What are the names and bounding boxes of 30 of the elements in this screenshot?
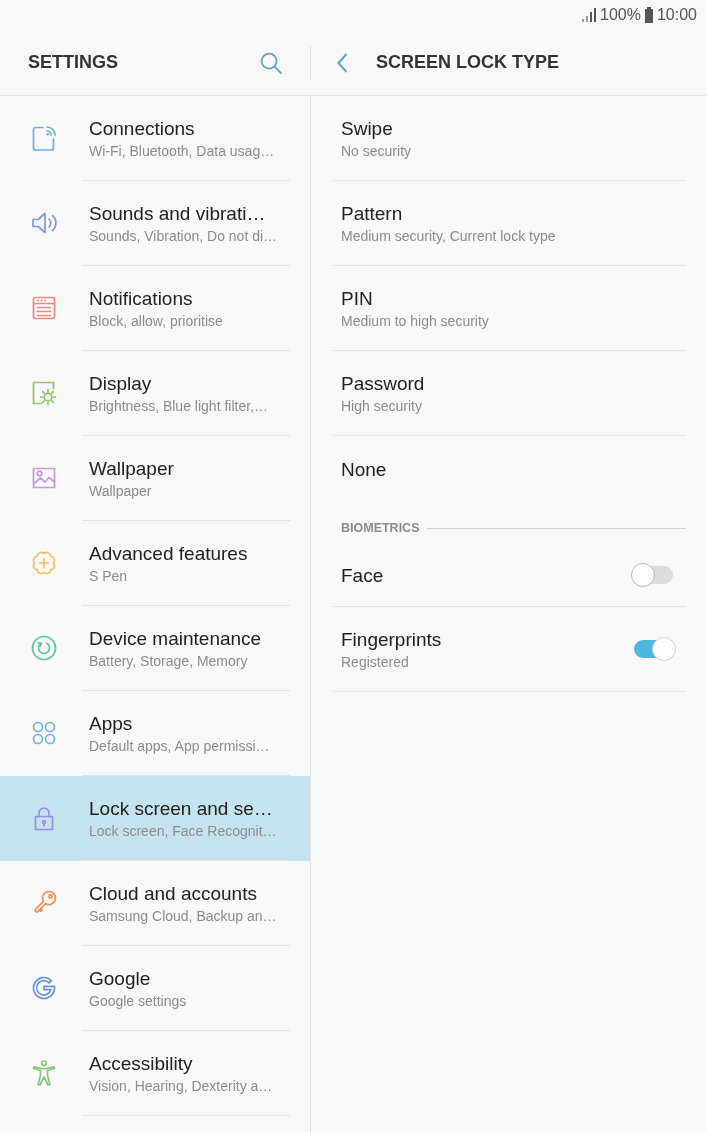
battery-percentage: 100% [600, 6, 641, 24]
chevron-left-icon [337, 52, 348, 73]
search-button[interactable] [260, 51, 282, 74]
lock-type-option[interactable]: Password High security [333, 351, 686, 436]
lock-type-option[interactable]: PIN Medium to high security [333, 266, 686, 351]
settings-item[interactable]: Device maintenance Battery, Storage, Memory [0, 606, 310, 691]
settings-item[interactable]: Accessibility Vision, Hearing, Dexterity a… [0, 1031, 310, 1116]
page-title: SETTINGS [28, 52, 118, 73]
signal-icon [582, 8, 597, 22]
settings-item[interactable]: Google Google settings [0, 946, 310, 1031]
settings-item[interactable]: Lock screen and se… Lock screen, Face Recognit… [0, 776, 310, 861]
settings-item[interactable]: Advanced features S Pen [0, 521, 310, 606]
search-icon [260, 51, 282, 74]
biometric-title: Face [341, 563, 384, 587]
back-button[interactable] [337, 52, 348, 73]
lock-type-option[interactable]: Pattern Medium security, Current lock type [333, 181, 686, 266]
lock-type-option[interactable]: Swipe No security [333, 96, 686, 181]
clock-time: 10:00 [656, 6, 697, 24]
biometric-status: Registered [341, 653, 409, 671]
lock-type-option[interactable]: None [333, 436, 686, 502]
section-heading: BIOMETRICS [341, 521, 420, 535]
battery-icon [644, 7, 653, 23]
settings-item[interactable]: Wallpaper Wallpaper [0, 436, 310, 521]
biometric-title: Fingerprints [341, 627, 442, 651]
screen-title: SCREEN LOCK TYPE [376, 52, 560, 73]
settings-item[interactable]: Connections Wi-Fi, Bluetooth, Data usag… [0, 96, 310, 181]
settings-item[interactable]: Notifications Block, allow, prioritise [0, 266, 310, 351]
settings-item[interactable]: Display Brightness, Blue light filter,… [0, 351, 310, 436]
settings-item[interactable]: Sounds and vibrati… Sounds, Vibration, Do not di… [0, 181, 310, 266]
settings-item[interactable]: Cloud and accounts Samsung Cloud, Backup an… [0, 861, 310, 946]
